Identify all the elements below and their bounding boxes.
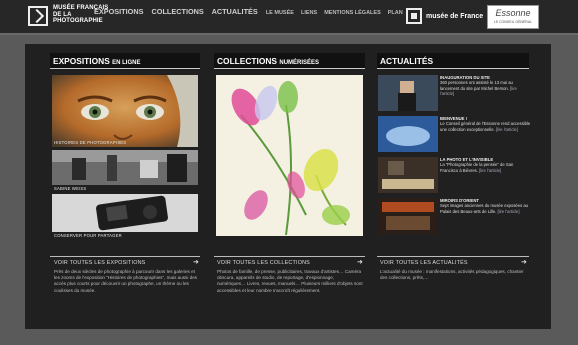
expositions-separator: [50, 256, 200, 257]
nav-actualites[interactable]: ACTUALITÉS: [212, 7, 258, 16]
main-nav: EXPOSITIONS COLLECTIONS ACTUALITÉS LE MU…: [94, 7, 408, 16]
actualite-link-3[interactable]: [lire l'article]: [479, 168, 501, 173]
essonne-label: Essonne: [495, 8, 531, 18]
actualite-item-4[interactable]: MIROIRS D'ORIENT Sept images anciennes d…: [440, 198, 532, 214]
exposition-image-conserver[interactable]: [52, 194, 198, 232]
exposition-caption-1[interactable]: HISTOIRES DE PHOTOGRAPHIES: [54, 140, 126, 145]
nav-mentions[interactable]: MENTIONS LÉGALES: [324, 10, 381, 16]
actualite-thumb-4[interactable]: [378, 198, 438, 234]
actualite-link-4[interactable]: [lire l'article]: [498, 209, 520, 214]
exposition-image-sabine-weiss[interactable]: [52, 150, 198, 185]
actualites-description: L'actualité du musée : manifestations, a…: [380, 269, 524, 281]
exposition-caption-3[interactable]: CONSERVER POUR PARTAGER: [54, 233, 122, 238]
arrow-right-icon[interactable]: ➜: [521, 258, 527, 266]
actualite-link-2[interactable]: [lire l'article]: [496, 127, 518, 132]
actualite-item-3[interactable]: LA PHOTO ET L'INVISIBLE La "Photographie…: [440, 157, 532, 173]
voir-expositions-link[interactable]: VOIR TOUTES LES EXPOSITIONS: [54, 260, 145, 266]
actualites-title[interactable]: ACTUALITÉS: [377, 53, 529, 69]
collections-title-small: NUMÉRISÉES: [279, 60, 320, 66]
collections-separator: [214, 256, 365, 257]
expositions-title-text: EXPOSITIONS: [53, 56, 110, 66]
voir-collections-link[interactable]: VOIR TOUTES LES COLLECTIONS: [217, 260, 310, 266]
nav-collections[interactable]: COLLECTIONS: [152, 7, 204, 16]
musee-de-france-logo[interactable]: musée de France: [406, 7, 483, 25]
arrow-icon: [28, 6, 48, 26]
expositions-title[interactable]: EXPOSITIONS EN LIGNE: [50, 53, 200, 69]
arrow-right-icon[interactable]: ➜: [193, 258, 199, 266]
nav-le-musee[interactable]: LE MUSÉE: [266, 10, 294, 16]
essonne-logo[interactable]: Essonne LE CONSEIL GÉNÉRAL: [487, 5, 539, 29]
actualite-thumb-2[interactable]: [378, 116, 438, 152]
expositions-description: Près de deux siècles de photographie à p…: [54, 269, 198, 293]
actualites-separator: [377, 256, 529, 257]
voir-actualites-link[interactable]: VOIR TOUTES LES ACTUALITÉS: [380, 260, 468, 266]
actualite-body-3: La "Photographie de la pensée" de San Fr…: [440, 162, 514, 173]
nav-plan[interactable]: PLAN: [388, 10, 403, 16]
collections-title[interactable]: COLLECTIONS NUMÉRISÉES: [214, 53, 365, 69]
exposition-caption-2[interactable]: SABINE WEISS: [54, 186, 86, 191]
actualite-thumb-3[interactable]: [378, 157, 438, 193]
brand-label: musée de France: [426, 12, 484, 20]
collections-title-text: COLLECTIONS: [217, 56, 278, 66]
actualite-thumb-1[interactable]: [378, 75, 438, 111]
arrow-right-icon[interactable]: ➜: [357, 258, 363, 266]
exposition-image-histoires[interactable]: [52, 75, 198, 147]
collections-description: Photos de famille, de presse, publicitai…: [217, 269, 363, 293]
collections-image-flowers[interactable]: [216, 75, 363, 236]
nav-liens[interactable]: LIENS: [301, 10, 317, 16]
essonne-sub: LE CONSEIL GÉNÉRAL: [493, 20, 533, 24]
expositions-title-small: EN LIGNE: [112, 60, 141, 66]
header-divider: [0, 33, 578, 35]
musee-de-france-icon: [406, 8, 422, 24]
actualite-body-1: 360 personnes ont assisté le 13 mai au l…: [440, 80, 513, 91]
actualite-item-2[interactable]: BIENVENUE ! Le Conseil général de l'Esso…: [440, 116, 532, 132]
nav-expositions[interactable]: EXPOSITIONS: [94, 7, 143, 16]
actualites-title-text: ACTUALITÉS: [380, 56, 434, 66]
actualite-item-1[interactable]: INAUGURATION DU SITE 360 personnes ont a…: [440, 75, 532, 97]
